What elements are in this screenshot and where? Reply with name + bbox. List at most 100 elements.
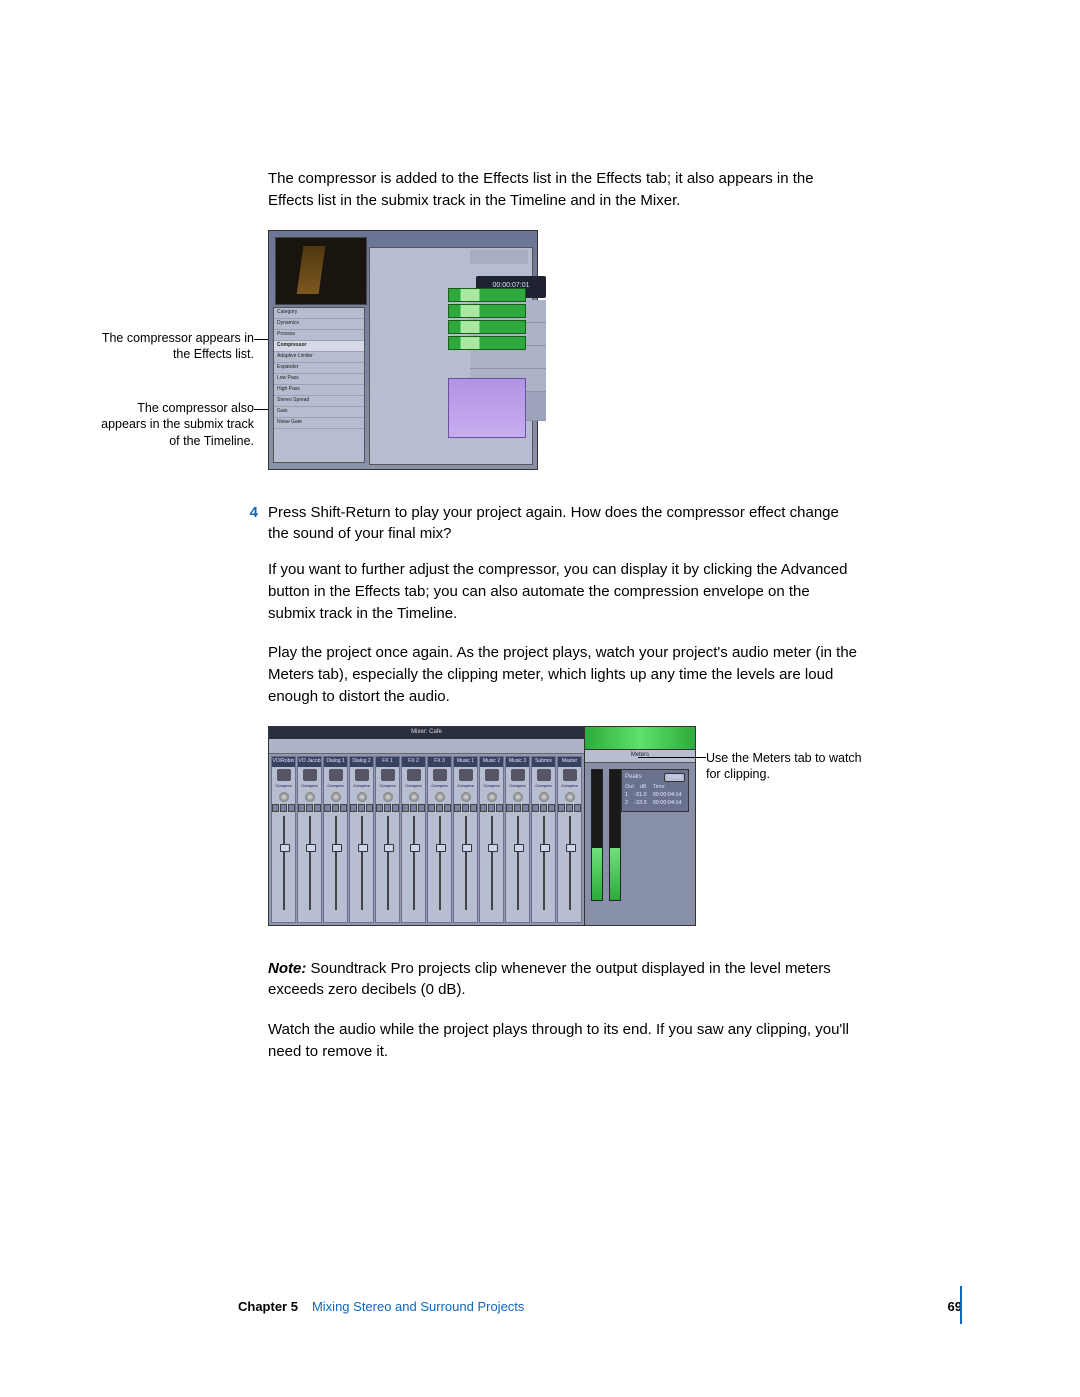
volume-fader[interactable] bbox=[309, 816, 311, 910]
channel-icon bbox=[329, 769, 343, 781]
channel-icon bbox=[537, 769, 551, 781]
record-button[interactable] bbox=[574, 804, 581, 812]
fader-cap[interactable] bbox=[358, 844, 368, 852]
record-button[interactable] bbox=[418, 804, 425, 812]
footer-chapter-title: Mixing Stereo and Surround Projects bbox=[312, 1298, 948, 1317]
volume-fader[interactable] bbox=[569, 816, 571, 910]
fader-cap[interactable] bbox=[566, 844, 576, 852]
fader-cap[interactable] bbox=[462, 844, 472, 852]
channel-buttons bbox=[324, 804, 347, 812]
mute-button[interactable] bbox=[480, 804, 487, 812]
record-button[interactable] bbox=[444, 804, 451, 812]
page-footer: Chapter 5 Mixing Stereo and Surround Pro… bbox=[238, 1298, 962, 1317]
mute-button[interactable] bbox=[428, 804, 435, 812]
channel-strip: SubmixCompres bbox=[531, 756, 556, 923]
mute-button[interactable] bbox=[350, 804, 357, 812]
record-button[interactable] bbox=[392, 804, 399, 812]
note-body: Soundtrack Pro projects clip whenever th… bbox=[268, 960, 831, 999]
channel-effect-label: Compres bbox=[561, 783, 577, 790]
record-button[interactable] bbox=[470, 804, 477, 812]
mute-button[interactable] bbox=[532, 804, 539, 812]
pan-knob[interactable] bbox=[383, 792, 393, 802]
fader-cap[interactable] bbox=[514, 844, 524, 852]
record-button[interactable] bbox=[522, 804, 529, 812]
callout-submix-timeline: The compressor also appears in the submi… bbox=[94, 400, 254, 451]
pan-knob[interactable] bbox=[513, 792, 523, 802]
fader-cap[interactable] bbox=[306, 844, 316, 852]
channel-buttons bbox=[402, 804, 425, 812]
channel-effect-label: Compres bbox=[431, 783, 447, 790]
solo-button[interactable] bbox=[514, 804, 521, 812]
pan-knob[interactable] bbox=[487, 792, 497, 802]
step-4-text-c: Play the project once again. As the proj… bbox=[268, 642, 858, 707]
channel-strip-name: Music 2 bbox=[480, 757, 503, 767]
pan-knob[interactable] bbox=[331, 792, 341, 802]
volume-fader[interactable] bbox=[283, 816, 285, 910]
record-button[interactable] bbox=[548, 804, 555, 812]
solo-button[interactable] bbox=[566, 804, 573, 812]
pan-knob[interactable] bbox=[409, 792, 419, 802]
mute-button[interactable] bbox=[298, 804, 305, 812]
solo-button[interactable] bbox=[358, 804, 365, 812]
volume-fader[interactable] bbox=[387, 816, 389, 910]
solo-button[interactable] bbox=[332, 804, 339, 812]
pan-knob[interactable] bbox=[279, 792, 289, 802]
record-button[interactable] bbox=[496, 804, 503, 812]
fader-cap[interactable] bbox=[540, 844, 550, 852]
peaks-cell: 00:00:04:14 bbox=[653, 800, 682, 808]
pan-knob[interactable] bbox=[539, 792, 549, 802]
channel-strip-name: VO/Robin bbox=[272, 757, 295, 767]
fader-cap[interactable] bbox=[488, 844, 498, 852]
pan-knob[interactable] bbox=[305, 792, 315, 802]
pan-knob[interactable] bbox=[357, 792, 367, 802]
channel-buttons bbox=[428, 804, 451, 812]
channel-strip: Music 1Compres bbox=[453, 756, 478, 923]
solo-button[interactable] bbox=[488, 804, 495, 812]
volume-fader[interactable] bbox=[491, 816, 493, 910]
fader-cap[interactable] bbox=[332, 844, 342, 852]
volume-fader[interactable] bbox=[543, 816, 545, 910]
volume-fader[interactable] bbox=[439, 816, 441, 910]
solo-button[interactable] bbox=[384, 804, 391, 812]
volume-fader[interactable] bbox=[517, 816, 519, 910]
solo-button[interactable] bbox=[540, 804, 547, 812]
pan-knob[interactable] bbox=[565, 792, 575, 802]
channel-strip: VO JacobCompres bbox=[297, 756, 322, 923]
record-button[interactable] bbox=[314, 804, 321, 812]
mute-button[interactable] bbox=[454, 804, 461, 812]
pan-knob[interactable] bbox=[461, 792, 471, 802]
intro-paragraph: The compressor is added to the Effects l… bbox=[268, 168, 858, 212]
channel-strip: VO/RobinCompres bbox=[271, 756, 296, 923]
note-paragraph: Note: Soundtrack Pro projects clip whene… bbox=[268, 958, 858, 1002]
fader-cap[interactable] bbox=[436, 844, 446, 852]
pan-knob[interactable] bbox=[435, 792, 445, 802]
channel-buttons bbox=[480, 804, 503, 812]
volume-fader[interactable] bbox=[361, 816, 363, 910]
mute-button[interactable] bbox=[324, 804, 331, 812]
fader-cap[interactable] bbox=[280, 844, 290, 852]
mute-button[interactable] bbox=[376, 804, 383, 812]
record-button[interactable] bbox=[366, 804, 373, 812]
record-button[interactable] bbox=[288, 804, 295, 812]
solo-button[interactable] bbox=[306, 804, 313, 812]
mute-button[interactable] bbox=[558, 804, 565, 812]
solo-button[interactable] bbox=[436, 804, 443, 812]
channel-icon bbox=[563, 769, 577, 781]
record-button[interactable] bbox=[340, 804, 347, 812]
solo-button[interactable] bbox=[280, 804, 287, 812]
solo-button[interactable] bbox=[462, 804, 469, 812]
effects-row: Category bbox=[274, 308, 364, 319]
volume-fader[interactable] bbox=[335, 816, 337, 910]
peaks-reset-button[interactable]: Reset bbox=[664, 773, 685, 782]
peaks-col-db: dB bbox=[640, 784, 647, 792]
peaks-col-out: Out bbox=[625, 784, 634, 792]
volume-fader[interactable] bbox=[413, 816, 415, 910]
mute-button[interactable] bbox=[402, 804, 409, 812]
fader-cap[interactable] bbox=[410, 844, 420, 852]
fader-cap[interactable] bbox=[384, 844, 394, 852]
volume-fader[interactable] bbox=[465, 816, 467, 910]
channel-buttons bbox=[558, 804, 581, 812]
mute-button[interactable] bbox=[506, 804, 513, 812]
mute-button[interactable] bbox=[272, 804, 279, 812]
solo-button[interactable] bbox=[410, 804, 417, 812]
